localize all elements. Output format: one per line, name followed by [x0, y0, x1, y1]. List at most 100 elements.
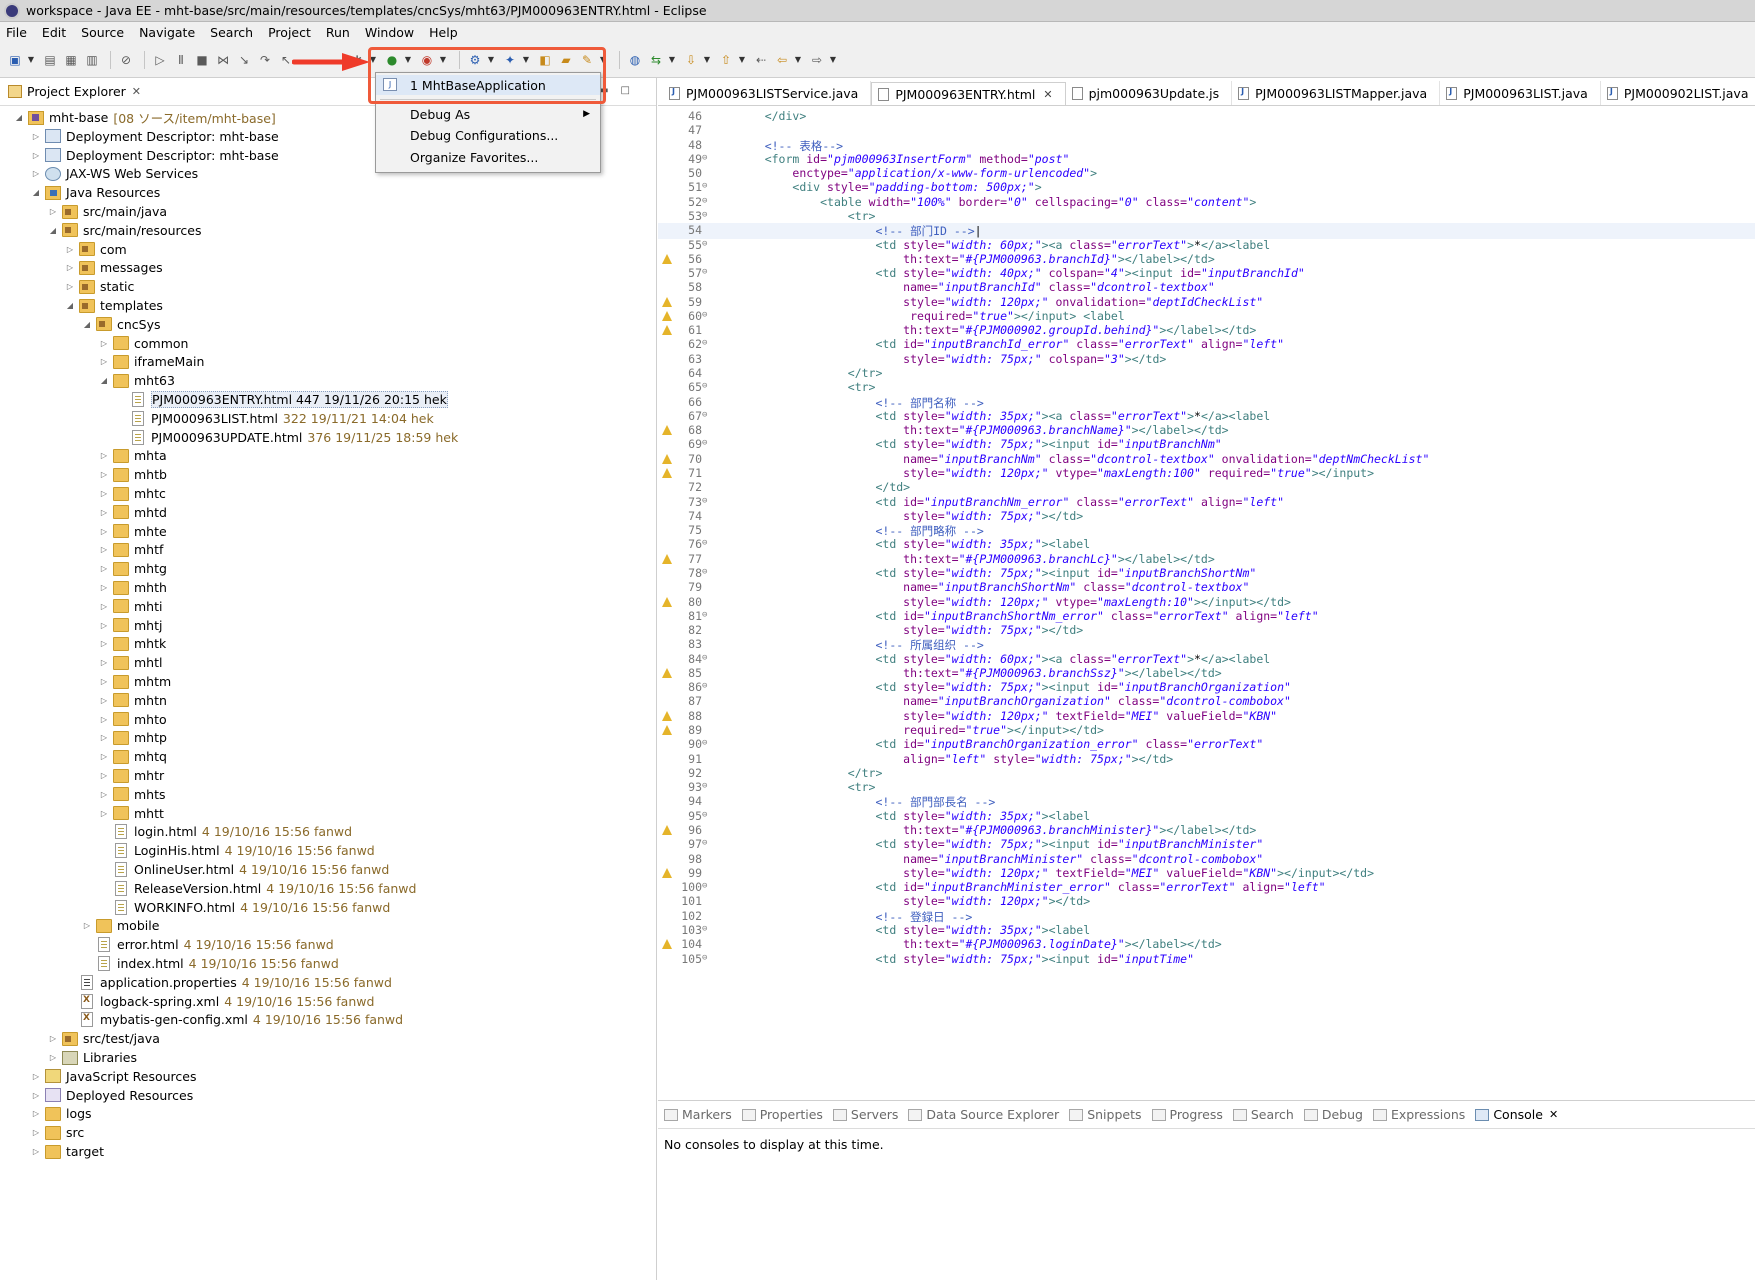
- collapsed-arrow-icon[interactable]: ▷: [31, 151, 41, 160]
- collapsed-arrow-icon[interactable]: ▷: [99, 621, 109, 630]
- menu-window[interactable]: Window: [365, 25, 414, 40]
- toggle-dropdown-icon[interactable]: ▼: [668, 51, 676, 69]
- fold-toggle-icon[interactable]: ⊖: [702, 653, 707, 663]
- editor-tab[interactable]: PJM000963ENTRY.html ✕: [871, 82, 1066, 105]
- collapsed-arrow-icon[interactable]: ▷: [99, 527, 109, 536]
- new-server-dropdown-icon[interactable]: ▼: [487, 51, 495, 69]
- editor-tab[interactable]: PJM000963LISTService.java: [663, 81, 872, 105]
- close-icon[interactable]: ✕: [132, 85, 141, 98]
- fold-toggle-icon[interactable]: ⊖: [702, 810, 707, 820]
- external-tools-dropdown-icon[interactable]: ▼: [439, 51, 447, 69]
- close-tab-icon[interactable]: ✕: [1549, 1108, 1558, 1121]
- collapsed-arrow-icon[interactable]: ▷: [99, 696, 109, 705]
- collapsed-arrow-icon[interactable]: ▷: [31, 169, 41, 178]
- step-into-icon[interactable]: ↘: [235, 51, 253, 69]
- fold-toggle-icon[interactable]: ⊖: [702, 838, 707, 848]
- fold-toggle-icon[interactable]: ⊖: [702, 410, 707, 420]
- collapsed-arrow-icon[interactable]: ▷: [99, 451, 109, 460]
- forward-dropdown-icon[interactable]: ▼: [829, 51, 837, 69]
- fold-toggle-icon[interactable]: ⊖: [702, 181, 707, 191]
- menu-source[interactable]: Source: [81, 25, 124, 40]
- collapsed-arrow-icon[interactable]: ▷: [99, 715, 109, 724]
- next-annotation-icon[interactable]: ⇩: [682, 51, 700, 69]
- open-type-icon[interactable]: ◧: [536, 51, 554, 69]
- collapsed-arrow-icon[interactable]: ▷: [99, 752, 109, 761]
- bottom-tab[interactable]: Properties: [741, 1107, 823, 1122]
- fold-toggle-icon[interactable]: ⊖: [702, 567, 707, 577]
- open-task-icon[interactable]: ✎: [578, 51, 596, 69]
- collapsed-arrow-icon[interactable]: ▷: [48, 1053, 58, 1062]
- fold-toggle-icon[interactable]: ⊖: [702, 881, 707, 891]
- external-tools-icon[interactable]: ◉: [418, 51, 436, 69]
- expanded-arrow-icon[interactable]: ◢: [65, 301, 75, 310]
- open-folder-icon[interactable]: ▰: [557, 51, 575, 69]
- resume-icon[interactable]: ▷: [151, 51, 169, 69]
- bottom-tab[interactable]: Markers: [664, 1107, 732, 1122]
- collapsed-arrow-icon[interactable]: ▷: [99, 677, 109, 686]
- expanded-arrow-icon[interactable]: ◢: [31, 188, 41, 197]
- fold-toggle-icon[interactable]: ⊖: [702, 496, 707, 506]
- back-dropdown-icon[interactable]: ▼: [794, 51, 802, 69]
- terminate-icon[interactable]: ■: [193, 51, 211, 69]
- fold-toggle-icon[interactable]: ⊖: [702, 738, 707, 748]
- fold-toggle-icon[interactable]: ⊖: [702, 210, 707, 220]
- new-dropdown-icon[interactable]: ▼: [27, 51, 35, 69]
- fold-toggle-icon[interactable]: ⊖: [702, 681, 707, 691]
- web-browser-icon[interactable]: ◍: [626, 51, 644, 69]
- editor-tab[interactable]: PJM000902LIST.java: [1601, 81, 1755, 105]
- menu-item-mhtbaseapplication[interactable]: J 1 MhtBaseApplication: [376, 75, 600, 95]
- collapsed-arrow-icon[interactable]: ▷: [65, 282, 75, 291]
- fold-toggle-icon[interactable]: ⊖: [702, 924, 707, 934]
- run-icon[interactable]: ●: [383, 51, 401, 69]
- collapsed-arrow-icon[interactable]: ▷: [31, 1072, 41, 1081]
- menu-project[interactable]: Project: [268, 25, 311, 40]
- collapsed-arrow-icon[interactable]: ▷: [31, 1109, 41, 1118]
- bottom-tab[interactable]: Expressions: [1372, 1107, 1465, 1122]
- open-task-dropdown-icon[interactable]: ▼: [599, 51, 607, 69]
- editor-tab[interactable]: pjm000963Update.js: [1066, 81, 1233, 105]
- bottom-tab[interactable]: Snippets: [1069, 1107, 1142, 1122]
- fold-toggle-icon[interactable]: ⊖: [702, 338, 707, 348]
- collapsed-arrow-icon[interactable]: ▷: [99, 357, 109, 366]
- collapsed-arrow-icon[interactable]: ▷: [65, 263, 75, 272]
- step-over-icon[interactable]: ↷: [256, 51, 274, 69]
- expanded-arrow-icon[interactable]: ◢: [82, 320, 92, 329]
- skip-breakpoints-icon[interactable]: ⊘: [117, 51, 135, 69]
- new-icon[interactable]: ▣: [6, 51, 24, 69]
- collapsed-arrow-icon[interactable]: ▷: [99, 470, 109, 479]
- fold-toggle-icon[interactable]: ⊖: [702, 196, 707, 206]
- collapsed-arrow-icon[interactable]: ▷: [99, 602, 109, 611]
- menu-search[interactable]: Search: [210, 25, 253, 40]
- menu-file[interactable]: File: [6, 25, 27, 40]
- editor-tab[interactable]: PJM000963LISTMapper.java: [1232, 81, 1441, 105]
- fold-toggle-icon[interactable]: ⊖: [702, 438, 707, 448]
- fold-toggle-icon[interactable]: ⊖: [702, 953, 707, 963]
- collapsed-arrow-icon[interactable]: ▷: [99, 564, 109, 573]
- collapsed-arrow-icon[interactable]: ▷: [31, 1091, 41, 1100]
- fold-toggle-icon[interactable]: ⊖: [702, 538, 707, 548]
- collapsed-arrow-icon[interactable]: ▷: [99, 639, 109, 648]
- bottom-tab[interactable]: Progress: [1151, 1107, 1223, 1122]
- save-icon[interactable]: ▤: [41, 51, 59, 69]
- fold-toggle-icon[interactable]: ⊖: [702, 610, 707, 620]
- new-server-icon[interactable]: ⚙: [466, 51, 484, 69]
- back-icon[interactable]: ⇦: [773, 51, 791, 69]
- bottom-tab[interactable]: Console ✕: [1475, 1107, 1558, 1122]
- print-icon[interactable]: ▥: [83, 51, 101, 69]
- collapsed-arrow-icon[interactable]: ▷: [48, 1034, 58, 1043]
- expanded-arrow-icon[interactable]: ◢: [14, 113, 24, 122]
- collapsed-arrow-icon[interactable]: ▷: [99, 658, 109, 667]
- collapsed-arrow-icon[interactable]: ▷: [99, 489, 109, 498]
- collapsed-arrow-icon[interactable]: ▷: [31, 1147, 41, 1156]
- project-explorer-title[interactable]: Project Explorer: [27, 84, 126, 99]
- run-dropdown-icon[interactable]: ▼: [404, 51, 412, 69]
- collapsed-arrow-icon[interactable]: ▷: [31, 1128, 41, 1137]
- collapsed-arrow-icon[interactable]: ▷: [99, 771, 109, 780]
- fold-toggle-icon[interactable]: ⊖: [702, 381, 707, 391]
- collapsed-arrow-icon[interactable]: ▷: [82, 921, 92, 930]
- previous-annotation-icon[interactable]: ⇧: [717, 51, 735, 69]
- collapsed-arrow-icon[interactable]: ▷: [65, 245, 75, 254]
- menu-item-organize-favorites[interactable]: Organize Favorites...: [376, 147, 600, 167]
- new-wizard-dropdown-icon[interactable]: ▼: [522, 51, 530, 69]
- fold-toggle-icon[interactable]: ⊖: [702, 781, 707, 791]
